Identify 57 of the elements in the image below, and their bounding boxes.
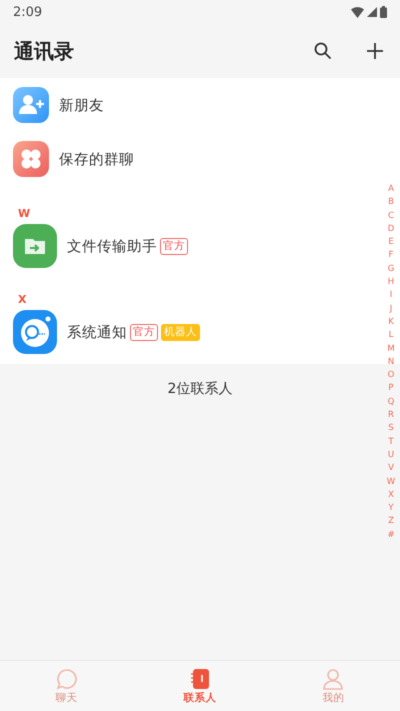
contact-name: 文件传输助手 <box>67 238 157 256</box>
index-letter[interactable]: S <box>388 422 394 436</box>
index-letter[interactable]: X <box>388 488 394 502</box>
index-letter[interactable]: B <box>388 196 394 210</box>
index-letter[interactable]: Y <box>388 502 394 516</box>
contact-item[interactable]: 文件传输助手 官方 <box>0 220 372 272</box>
folder-icon <box>13 224 57 268</box>
index-letter[interactable]: K <box>388 316 394 330</box>
section-letter: W <box>18 207 30 220</box>
index-letter[interactable]: W <box>386 476 396 489</box>
index-letter[interactable]: A <box>388 183 394 196</box>
add-user-icon <box>13 87 49 123</box>
index-letter[interactable]: T <box>388 436 394 449</box>
index-letter[interactable]: L <box>388 329 394 343</box>
battery-icon <box>380 6 387 18</box>
shortcut-label: 新朋友 <box>59 96 104 114</box>
contact-item[interactable]: 系统通知 官方 机器人 <box>0 306 372 358</box>
chat-icon <box>56 668 78 690</box>
nav-tab[interactable]: 我的 <box>266 661 400 711</box>
contact-count: 2位联系人 <box>168 381 232 397</box>
wifi-icon <box>351 6 364 18</box>
index-letter[interactable]: R <box>388 409 394 422</box>
nav-tab[interactable]: 联系人 <box>133 661 267 711</box>
nav-tab[interactable]: 聊天 <box>0 661 134 711</box>
contact-tag: 机器人 <box>161 324 200 340</box>
search-icon <box>314 42 332 60</box>
index-letter[interactable]: Z <box>388 515 394 529</box>
person-icon <box>322 668 344 690</box>
group-icon <box>13 141 49 177</box>
section-letter: X <box>18 293 26 306</box>
index-letter[interactable]: N <box>388 356 394 370</box>
index-letter[interactable]: H <box>388 276 394 290</box>
page-title: 通讯录 <box>14 38 75 64</box>
index-letter[interactable]: P <box>388 382 394 396</box>
index-letter[interactable]: C <box>388 210 394 223</box>
index-letter[interactable]: M <box>387 342 395 356</box>
index-letter[interactable]: # <box>387 528 395 542</box>
shortcut-item[interactable]: 新朋友 <box>0 78 372 132</box>
index-letter[interactable]: E <box>388 236 394 250</box>
contact-name: 系统通知 <box>67 324 127 342</box>
shortcut-label: 保存的群聊 <box>59 150 134 168</box>
index-letter[interactable]: U <box>388 448 394 462</box>
contact-tag: 官方 <box>160 238 188 254</box>
index-letter[interactable]: G <box>388 262 394 276</box>
index-letter[interactable]: D <box>388 222 394 236</box>
index-letter[interactable]: V <box>388 462 394 476</box>
signal-icon <box>367 7 377 17</box>
index-letter[interactable]: O <box>388 369 394 382</box>
chat-bubble-icon <box>13 310 57 354</box>
index-letter[interactable]: F <box>388 249 394 263</box>
index-letter[interactable]: J <box>390 302 392 316</box>
index-letter[interactable]: Q <box>388 396 394 410</box>
plus-icon <box>366 42 384 60</box>
address-book-icon <box>188 668 211 690</box>
status-time: 2:09 <box>13 4 42 20</box>
shortcut-item[interactable]: 保存的群聊 <box>0 132 372 186</box>
contact-tag: 官方 <box>130 324 158 340</box>
